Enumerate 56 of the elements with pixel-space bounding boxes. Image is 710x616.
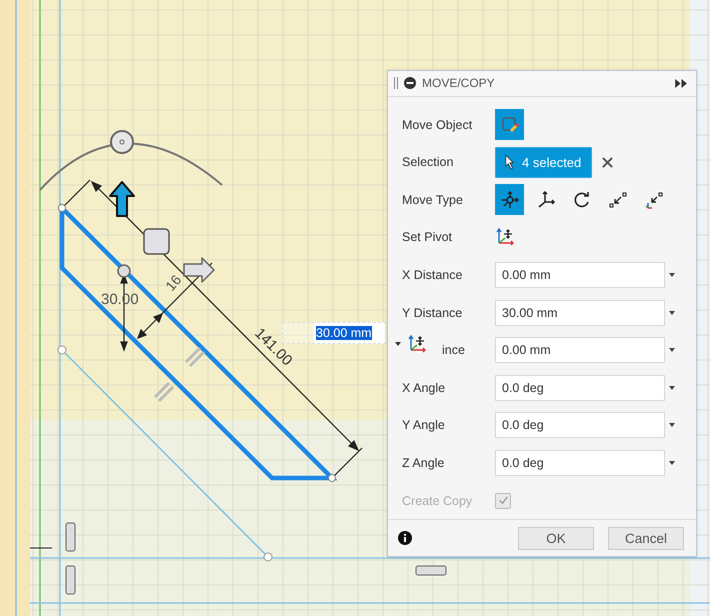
- field-label: Z Angle: [402, 456, 446, 470]
- dropdown-caret-icon[interactable]: [669, 310, 675, 315]
- value-input-field[interactable]: 0.0 deg: [495, 412, 665, 438]
- reference-point-icon: [264, 552, 272, 562]
- field-label: Selection: [402, 155, 454, 170]
- plane-handle-icon[interactable]: [143, 228, 170, 255]
- reference-point-icon: [58, 346, 66, 354]
- up-arrow-icon[interactable]: [109, 181, 135, 217]
- sketch-marker-icon: [66, 566, 76, 594]
- expand-icon[interactable]: [675, 78, 688, 88]
- dialog-button[interactable]: OK: [518, 526, 594, 550]
- pivot-axes-icon[interactable]: [407, 334, 427, 354]
- value-input-field[interactable]: 0.00 mm: [495, 337, 665, 364]
- field-label: X Angle: [402, 380, 446, 395]
- cursor-icon: [504, 154, 516, 170]
- dialog-button[interactable]: Cancel: [608, 526, 684, 550]
- sketch-marker-icon: [66, 522, 76, 552]
- move-type-icon: [536, 190, 556, 210]
- move-type-icon: [644, 190, 664, 210]
- move-type-icon: [572, 190, 592, 210]
- right-arrow-icon[interactable]: [183, 257, 215, 283]
- field-label: Create Copy: [402, 494, 474, 508]
- move-type-icon: [608, 190, 628, 210]
- set-pivot-icon[interactable]: [495, 227, 515, 248]
- sketch-point-icon: [328, 474, 336, 482]
- field-label: Move Object: [402, 118, 474, 132]
- value-input-field[interactable]: 0.0 deg: [495, 450, 665, 476]
- constraint-icon: [154, 346, 206, 402]
- sketch-marker-icon: [416, 566, 446, 576]
- field-label: Y Angle: [402, 418, 446, 432]
- dropdown-caret-icon[interactable]: [669, 348, 675, 352]
- dropdown-caret-icon[interactable]: [669, 386, 675, 390]
- value-input-field[interactable]: 30.00 mm: [495, 300, 665, 326]
- check-icon: [498, 495, 508, 506]
- clear-selection-icon[interactable]: [602, 156, 614, 168]
- collapse-icon[interactable]: [404, 77, 416, 90]
- body-icon: [500, 114, 520, 135]
- dimension-label: 16: [162, 272, 184, 294]
- sketch-point-icon: [58, 204, 66, 212]
- dropdown-caret-icon[interactable]: [669, 461, 675, 466]
- field-label: Y Distance: [402, 306, 464, 320]
- dropdown-caret-icon[interactable]: [669, 273, 675, 278]
- move-type-icon: [500, 190, 520, 210]
- field-label: Move Type: [402, 192, 464, 207]
- move-handle-icon[interactable]: [117, 264, 131, 278]
- dropdown-caret-icon[interactable]: [669, 423, 675, 428]
- field-label: X Distance: [402, 268, 464, 282]
- distance-input-field[interactable]: 30.00 mm: [282, 322, 386, 344]
- dialog-title: MOVE/COPY: [422, 76, 496, 90]
- dropdown-caret-icon[interactable]: [395, 342, 401, 346]
- info-icon[interactable]: [398, 531, 412, 546]
- value-input-field[interactable]: 0.00 mm: [495, 262, 665, 288]
- field-label: Set Pivot: [402, 230, 454, 244]
- field-label: ince: [442, 343, 466, 358]
- value-input-field[interactable]: 0.0 deg: [495, 374, 665, 401]
- object-select-button[interactable]: [495, 109, 524, 140]
